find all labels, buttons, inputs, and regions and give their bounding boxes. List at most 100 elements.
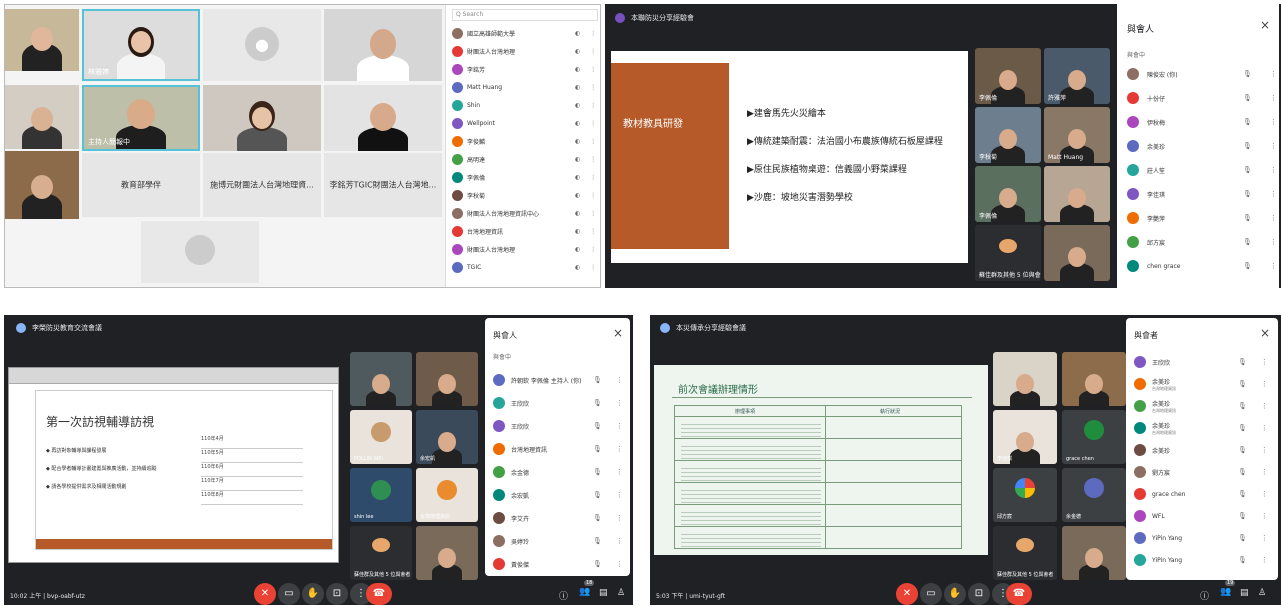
tl-person-row[interactable]: 李銘芳 ◐ ⋮ bbox=[446, 61, 600, 77]
info-icon[interactable]: ⓘ bbox=[559, 589, 568, 602]
tile-tl-1[interactable]: 林雅婷 bbox=[82, 9, 200, 81]
more-icon[interactable]: ⋮ bbox=[1261, 402, 1268, 410]
br-person-row[interactable]: YiPin Yang 🎙 ⋮ bbox=[1126, 550, 1278, 570]
tile-tl-2[interactable]: ● bbox=[203, 9, 321, 81]
leave-call-button[interactable]: ☎ bbox=[1006, 583, 1032, 605]
tile-tl-5[interactable]: 主持人簡報中 bbox=[82, 85, 200, 151]
more-icon[interactable]: ⋮ bbox=[590, 30, 596, 37]
more-icon[interactable]: ⋮ bbox=[590, 264, 596, 271]
tr-person-row[interactable]: 陳俊宏 (你) 🎙 ⋮ bbox=[1117, 64, 1279, 84]
tr-person-row[interactable]: chen grace 🎙 ⋮ bbox=[1117, 256, 1279, 276]
more-icon[interactable]: ⋮ bbox=[590, 246, 596, 253]
tile-tl-name-2[interactable]: 李銘芳TGIC財團法人台灣地... bbox=[324, 153, 442, 217]
br-video-tile[interactable] bbox=[1062, 526, 1126, 580]
br-person-row[interactable]: 王欣欣 🎙 ⋮ bbox=[1126, 352, 1278, 372]
bl-person-row[interactable]: 吳婷玲 🎙 ⋮ bbox=[485, 531, 630, 551]
tile-tl-4[interactable] bbox=[5, 85, 79, 149]
tr-person-row[interactable]: 李佳琪 🎙 ⋮ bbox=[1117, 184, 1279, 204]
tr-video-tile[interactable]: 許雅萍 bbox=[1044, 48, 1110, 104]
bl-video-tile[interactable] bbox=[416, 352, 478, 406]
more-icon[interactable]: ⋮ bbox=[1270, 94, 1277, 102]
chat-icon[interactable]: ▤ bbox=[1240, 588, 1249, 598]
tr-person-row[interactable]: 十份仔 🎙 ⋮ bbox=[1117, 88, 1279, 108]
bl-person-row[interactable]: 王欣欣 🎙 ⋮ bbox=[485, 393, 630, 413]
more-icon[interactable]: ⋮ bbox=[1261, 490, 1268, 498]
tr-person-row[interactable]: 李艷萍 🎙 ⋮ bbox=[1117, 208, 1279, 228]
bl-video-tile[interactable] bbox=[350, 352, 412, 406]
br-person-row[interactable]: 余美珍 台灣地理資訊 🎙 ⋮ bbox=[1126, 418, 1278, 438]
tl-person-row[interactable]: Wellpoint ◐ ⋮ bbox=[446, 115, 600, 131]
tl-person-row[interactable]: 李秋菊 ◐ ⋮ bbox=[446, 187, 600, 203]
br-person-row[interactable]: grace chen 🎙 ⋮ bbox=[1126, 484, 1278, 504]
tile-tl-0[interactable] bbox=[5, 9, 79, 71]
br-video-tile[interactable]: 邱方宸 bbox=[993, 468, 1057, 522]
br-person-row[interactable]: YiPin Yang 🎙 ⋮ bbox=[1126, 528, 1278, 548]
tl-person-row[interactable]: TGIC ◐ ⋮ bbox=[446, 259, 600, 275]
camera-button[interactable]: ▭ bbox=[920, 583, 942, 605]
info-icon[interactable]: ⓘ bbox=[1200, 589, 1209, 602]
more-icon[interactable]: ⋮ bbox=[1270, 166, 1277, 174]
more-icon[interactable]: ⋮ bbox=[590, 102, 596, 109]
bl-person-row[interactable]: 黃俊傑 🎙 ⋮ bbox=[485, 554, 630, 574]
more-icon[interactable]: ⋮ bbox=[1261, 534, 1268, 542]
more-icon[interactable]: ⋮ bbox=[1270, 262, 1277, 270]
present-button[interactable]: ⊡ bbox=[968, 583, 990, 605]
br-person-row[interactable]: 余美珍 🎙 ⋮ bbox=[1126, 440, 1278, 460]
raise-hand-button[interactable]: ✋ bbox=[944, 583, 966, 605]
search-input[interactable]: Q Search bbox=[452, 9, 598, 21]
more-icon[interactable]: ⋮ bbox=[616, 468, 623, 476]
more-icon[interactable]: ⋮ bbox=[1261, 424, 1268, 432]
activities-icon[interactable]: ♙ bbox=[1258, 588, 1266, 598]
tl-person-row[interactable]: Shin ◐ ⋮ bbox=[446, 97, 600, 113]
camera-button[interactable]: ▭ bbox=[278, 583, 300, 605]
tl-person-row[interactable]: 財團法人台灣地理 ◐ ⋮ bbox=[446, 43, 600, 59]
more-icon[interactable]: ⋮ bbox=[590, 48, 596, 55]
tr-video-tile[interactable] bbox=[1044, 225, 1110, 281]
tr-video-tile[interactable]: 李秋菊 bbox=[975, 107, 1041, 163]
more-icon[interactable]: ⋮ bbox=[590, 192, 596, 199]
tile-tl-name-0[interactable]: 教育部學伴 bbox=[82, 153, 200, 217]
tl-person-row[interactable]: Matt Huang ◐ ⋮ bbox=[446, 79, 600, 95]
br-video-tile[interactable]: 蘇佳群及其他 5 位與會者 bbox=[993, 526, 1057, 580]
more-icon[interactable]: ⋮ bbox=[590, 84, 596, 91]
chat-icon[interactable]: ▤ bbox=[599, 588, 608, 598]
tile-tl-3[interactable] bbox=[324, 9, 442, 81]
more-icon[interactable]: ⋮ bbox=[1270, 238, 1277, 246]
bl-video-tile[interactable]: 余宏凱 bbox=[416, 410, 478, 464]
br-person-row[interactable]: 余美珍 台灣地理資訊 🎙 ⋮ bbox=[1126, 396, 1278, 416]
mic-off-button[interactable]: ✕ bbox=[896, 583, 918, 605]
more-icon[interactable]: ⋮ bbox=[1261, 556, 1268, 564]
br-video-tile[interactable]: grace chen bbox=[1062, 410, 1126, 464]
more-icon[interactable]: ⋮ bbox=[616, 422, 623, 430]
more-icon[interactable]: ⋮ bbox=[616, 445, 623, 453]
tile-tl-8[interactable] bbox=[5, 151, 79, 219]
br-video-tile[interactable]: 李佳琪 bbox=[993, 410, 1057, 464]
more-icon[interactable]: ⋮ bbox=[590, 138, 596, 145]
more-icon[interactable]: ⋮ bbox=[590, 156, 596, 163]
more-icon[interactable]: ⋮ bbox=[1270, 70, 1277, 78]
people-icon[interactable]: 👥 bbox=[1220, 587, 1231, 597]
more-icon[interactable]: ⋮ bbox=[616, 491, 623, 499]
close-icon[interactable]: × bbox=[1260, 326, 1270, 340]
br-video-tile[interactable]: 余金德 bbox=[1062, 468, 1126, 522]
tile-tl-12[interactable] bbox=[141, 221, 259, 283]
tr-person-row[interactable]: 伊秋梅 🎙 ⋮ bbox=[1117, 112, 1279, 132]
more-icon[interactable]: ⋮ bbox=[616, 537, 623, 545]
bl-person-row[interactable]: 李艾卉 🎙 ⋮ bbox=[485, 508, 630, 528]
more-icon[interactable]: ⋮ bbox=[590, 174, 596, 181]
br-person-row[interactable]: WFL 🎙 ⋮ bbox=[1126, 506, 1278, 526]
people-icon[interactable]: 👥 bbox=[579, 587, 590, 597]
br-video-tile[interactable] bbox=[1062, 352, 1126, 406]
bl-person-row[interactable]: 余金德 🎙 ⋮ bbox=[485, 462, 630, 482]
bl-video-tile[interactable]: shin lee bbox=[350, 468, 412, 522]
tl-person-row[interactable]: 財團法人台灣地理 ◐ ⋮ bbox=[446, 241, 600, 257]
more-icon[interactable]: ⋮ bbox=[1270, 142, 1277, 150]
tl-person-row[interactable]: 國立高雄師範大學 ◐ ⋮ bbox=[446, 25, 600, 41]
bl-video-tile[interactable]: POLLIN WEI bbox=[350, 410, 412, 464]
more-icon[interactable]: ⋮ bbox=[590, 228, 596, 235]
more-icon[interactable]: ⋮ bbox=[590, 66, 596, 73]
more-icon[interactable]: ⋮ bbox=[590, 210, 596, 217]
more-icon[interactable]: ⋮ bbox=[1270, 214, 1277, 222]
more-icon[interactable]: ⋮ bbox=[616, 560, 623, 568]
tr-video-tile[interactable]: 李佩倫 bbox=[975, 166, 1041, 222]
